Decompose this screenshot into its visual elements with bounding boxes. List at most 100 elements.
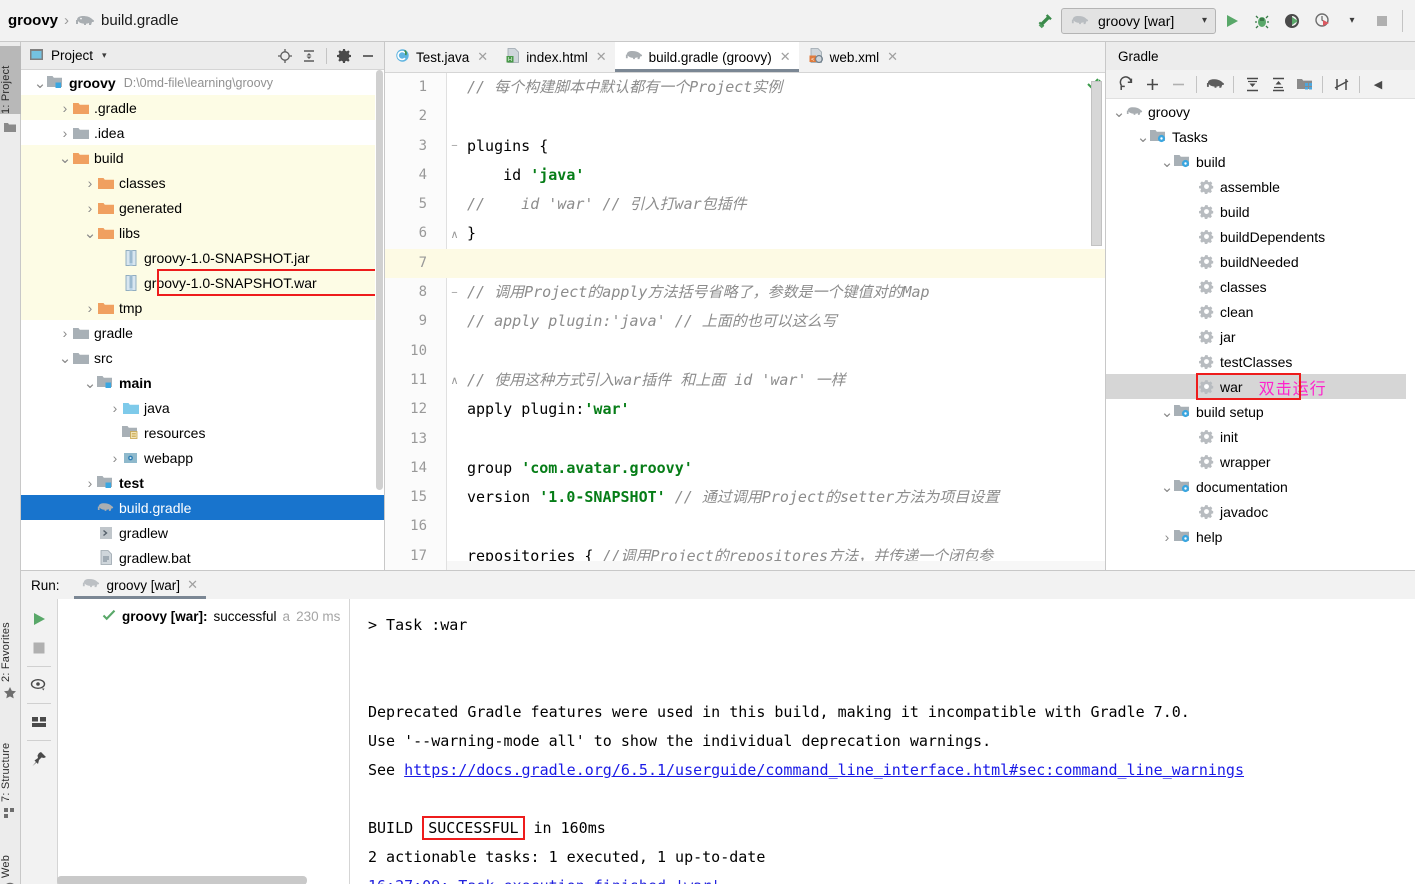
code-line[interactable]: 9 // apply plugin:'java' // 上面的也可以这么写 bbox=[385, 307, 1105, 336]
tree-expand-toggle[interactable] bbox=[83, 526, 97, 540]
tree-expand-toggle[interactable] bbox=[1184, 355, 1198, 369]
tree-item-groovy-1-0-snapshot-jar[interactable]: groovy-1.0-SNAPSHOT.jar bbox=[21, 245, 384, 270]
breadcrumb-project[interactable]: groovy bbox=[8, 12, 58, 29]
close-icon[interactable]: ✕ bbox=[477, 49, 488, 65]
gradle-task-jar[interactable]: jar bbox=[1106, 324, 1415, 349]
stop-icon[interactable] bbox=[24, 634, 54, 662]
editor-tab-bar[interactable]: Test.java ✕ Hindex.html ✕ build.gradle (groo… bbox=[385, 42, 1105, 73]
hide-icon[interactable] bbox=[358, 46, 378, 66]
gradle-task-build[interactable]: ⌄ build bbox=[1106, 149, 1415, 174]
tree-expand-toggle[interactable]: › bbox=[83, 475, 97, 491]
run-tab-groovy-war[interactable]: groovy [war] ✕ bbox=[73, 571, 207, 599]
gradle-task-documentation[interactable]: ⌄ documentation bbox=[1106, 474, 1415, 499]
editor-horizontal-scrollbar[interactable] bbox=[447, 561, 1105, 570]
tree-item-groovy[interactable]: ⌄ groovy D:\0md-file\learning\groovy bbox=[21, 70, 384, 95]
code-line[interactable]: 5 // id 'war' // 引入打war包插件 bbox=[385, 190, 1105, 219]
code-line[interactable]: 8 −// 调用Project的apply方法括号省略了，参数是一个键值对的Map bbox=[385, 278, 1105, 307]
gradle-task-build[interactable]: build bbox=[1106, 199, 1415, 224]
layout-icon[interactable] bbox=[24, 708, 54, 736]
tree-expand-toggle[interactable]: › bbox=[108, 400, 122, 416]
run-icon[interactable] bbox=[1218, 7, 1246, 35]
tree-expand-toggle[interactable]: › bbox=[58, 325, 72, 341]
gradle-task-build-setup[interactable]: ⌄ build setup bbox=[1106, 399, 1415, 424]
code-line[interactable]: 12 apply plugin:'war' bbox=[385, 395, 1105, 424]
tree-item-test[interactable]: › test bbox=[21, 470, 384, 495]
tree-item-tmp[interactable]: › tmp bbox=[21, 295, 384, 320]
tree-expand-toggle[interactable] bbox=[1184, 230, 1198, 244]
gradle-task-clean[interactable]: clean bbox=[1106, 299, 1415, 324]
gradle-task-war[interactable]: war 双击运行 bbox=[1106, 374, 1415, 399]
run-horizontal-scrollbar[interactable] bbox=[57, 876, 307, 884]
chevron-down-icon[interactable]: ▾ bbox=[1202, 15, 1207, 26]
code-fold-icon[interactable]: ∧ bbox=[448, 219, 461, 248]
tree-expand-toggle[interactable]: › bbox=[83, 175, 97, 191]
tree-expand-toggle[interactable] bbox=[83, 501, 97, 515]
tree-item--idea[interactable]: › .idea bbox=[21, 120, 384, 145]
tree-expand-toggle[interactable] bbox=[1184, 505, 1198, 519]
run-configuration-selector[interactable]: groovy [war] ▾ bbox=[1061, 7, 1216, 34]
toggle-offline-icon[interactable] bbox=[1329, 72, 1353, 96]
tree-expand-toggle[interactable]: ⌄ bbox=[1160, 404, 1174, 421]
close-icon[interactable]: ✕ bbox=[780, 49, 791, 65]
tree-item--gradle[interactable]: › .gradle bbox=[21, 95, 384, 120]
tree-expand-toggle[interactable] bbox=[1184, 205, 1198, 219]
expand-all-icon[interactable] bbox=[1240, 72, 1264, 96]
tree-expand-toggle[interactable] bbox=[1184, 455, 1198, 469]
tree-item-gradlew[interactable]: gradlew bbox=[21, 520, 384, 545]
tree-expand-toggle[interactable]: ⌄ bbox=[1160, 479, 1174, 496]
tree-expand-toggle[interactable]: ⌄ bbox=[83, 375, 97, 392]
code-line[interactable]: 1 // 每个构建脚本中默认都有一个Project实例 bbox=[385, 73, 1105, 102]
close-icon[interactable]: ✕ bbox=[596, 49, 607, 65]
module-icon[interactable] bbox=[1292, 72, 1316, 96]
code-line[interactable]: 16 bbox=[385, 512, 1105, 541]
code-editor[interactable]: 1// 每个构建脚本中默认都有一个Project实例 2 3− plugins {4 … bbox=[385, 73, 1105, 570]
editor-scrollbar[interactable] bbox=[1091, 81, 1102, 246]
tree-item-java[interactable]: › java bbox=[21, 395, 384, 420]
tree-expand-toggle[interactable]: ⌄ bbox=[83, 225, 97, 242]
code-line[interactable]: 14 group 'com.avatar.groovy' bbox=[385, 454, 1105, 483]
stop-icon[interactable] bbox=[1368, 7, 1396, 35]
sidebar-item-structure[interactable]: 7: Structure bbox=[0, 714, 21, 802]
editor-tab-index[interactable]: Hindex.html ✕ bbox=[496, 42, 614, 72]
tree-expand-toggle[interactable]: › bbox=[1160, 529, 1174, 545]
sidebar-item-web[interactable]: Web bbox=[0, 834, 21, 878]
code-line[interactable]: 7 bbox=[385, 248, 1105, 279]
chevron-down-icon[interactable]: ▾ bbox=[102, 50, 107, 61]
gradle-task-help[interactable]: › help bbox=[1106, 524, 1415, 549]
pin-icon[interactable] bbox=[24, 745, 54, 773]
gradle-docs-link[interactable]: https://docs.gradle.org/6.5.1/userguide/… bbox=[404, 761, 1244, 779]
hammer-icon[interactable] bbox=[1033, 8, 1059, 34]
tree-expand-toggle[interactable] bbox=[1184, 330, 1198, 344]
debug-icon[interactable] bbox=[1248, 7, 1276, 35]
tree-expand-toggle[interactable] bbox=[108, 426, 122, 440]
gradle-elephant-icon[interactable] bbox=[1203, 72, 1227, 96]
run-result-row[interactable]: groovy [war]: successful a 230 ms bbox=[58, 605, 349, 627]
code-fold-icon[interactable]: − bbox=[448, 132, 461, 161]
tree-expand-toggle[interactable] bbox=[1184, 430, 1198, 444]
tree-expand-toggle[interactable] bbox=[108, 251, 122, 265]
tree-expand-toggle[interactable]: ⌄ bbox=[1160, 154, 1174, 171]
tree-expand-toggle[interactable] bbox=[108, 276, 122, 290]
tree-expand-toggle[interactable]: › bbox=[58, 125, 72, 141]
project-tree[interactable]: ⌄ groovy D:\0md-file\learning\groovy › .grad… bbox=[21, 70, 384, 570]
collapse-all-icon[interactable] bbox=[1266, 72, 1290, 96]
tree-expand-toggle[interactable] bbox=[1184, 380, 1198, 394]
tree-item-classes[interactable]: › classes bbox=[21, 170, 384, 195]
gear-icon[interactable] bbox=[334, 46, 354, 66]
code-line[interactable]: 6 ∧} bbox=[385, 219, 1105, 248]
tree-expand-toggle[interactable]: › bbox=[108, 450, 122, 466]
profiler-icon[interactable] bbox=[1308, 7, 1336, 35]
tree-expand-toggle[interactable]: ⌄ bbox=[1136, 129, 1150, 146]
tree-item-groovy-1-0-snapshot-war[interactable]: groovy-1.0-SNAPSHOT.war bbox=[21, 270, 384, 295]
code-fold-icon[interactable]: ∧ bbox=[448, 366, 461, 395]
profiler-dropdown-icon[interactable]: ▾ bbox=[1338, 7, 1366, 35]
tree-item-build[interactable]: ⌄ build bbox=[21, 145, 384, 170]
tree-expand-toggle[interactable]: ⌄ bbox=[58, 150, 72, 167]
gradle-task-init[interactable]: init bbox=[1106, 424, 1415, 449]
gradle-task-buildneeded[interactable]: buildNeeded bbox=[1106, 249, 1415, 274]
tree-expand-toggle[interactable]: ⌄ bbox=[1112, 104, 1126, 121]
tree-expand-toggle[interactable] bbox=[83, 551, 97, 565]
run-result-tree[interactable]: groovy [war]: successful a 230 ms bbox=[57, 599, 350, 884]
tree-expand-toggle[interactable]: ⌄ bbox=[33, 75, 47, 92]
code-line[interactable]: 13 bbox=[385, 425, 1105, 454]
